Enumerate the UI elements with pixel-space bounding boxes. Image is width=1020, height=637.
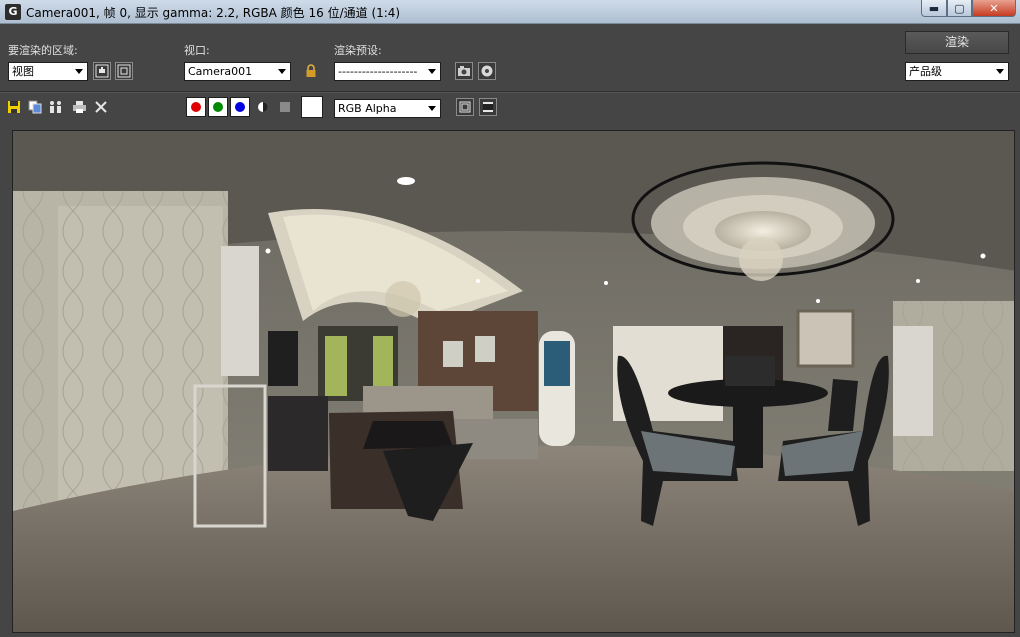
render-button[interactable]: 渲染 xyxy=(905,31,1009,54)
render-viewport[interactable] xyxy=(12,130,1015,633)
viewport-label: 视口: xyxy=(184,44,210,57)
blue-channel-toggle[interactable] xyxy=(230,97,250,117)
copy-icon xyxy=(28,100,42,114)
alpha-channel-toggle[interactable] xyxy=(254,98,272,116)
auto-region-icon xyxy=(117,64,131,78)
overlay-icon xyxy=(483,102,493,112)
app-icon: G xyxy=(5,4,21,20)
quality-value: 产品级 xyxy=(909,65,942,78)
area-label: 要渲染的区域: xyxy=(8,44,78,57)
green-channel-toggle[interactable] xyxy=(208,97,228,117)
clone-window-button[interactable] xyxy=(47,98,65,116)
monochrome-toggle[interactable] xyxy=(276,98,294,116)
print-button[interactable] xyxy=(70,98,88,116)
chevron-down-icon xyxy=(426,100,438,117)
clear-button[interactable] xyxy=(92,98,110,116)
chevron-down-icon xyxy=(276,63,288,80)
quality-dropdown[interactable]: 产品级 xyxy=(905,62,1009,81)
area-value: 视图 xyxy=(12,65,34,78)
chevron-down-icon xyxy=(994,63,1006,80)
area-dropdown[interactable]: 视图 xyxy=(8,62,88,81)
print-icon xyxy=(72,101,86,113)
copy-image-button[interactable] xyxy=(26,98,44,116)
window-controls: ▬ ▢ ✕ xyxy=(921,0,1016,17)
save-image-button[interactable] xyxy=(5,98,23,116)
red-channel-toggle[interactable] xyxy=(186,97,206,117)
auto-region-button[interactable] xyxy=(115,62,133,80)
settings-icon xyxy=(481,65,493,77)
render-setup-button[interactable] xyxy=(478,62,496,80)
save-icon xyxy=(8,101,20,113)
viewport-value: Camera001 xyxy=(188,65,253,78)
edit-region-button[interactable] xyxy=(93,62,111,80)
lock-viewport-button[interactable] xyxy=(302,62,320,80)
maximize-button[interactable]: ▢ xyxy=(947,0,972,17)
preset-dropdown[interactable]: -------------------- xyxy=(334,62,441,81)
clone-icon xyxy=(50,101,61,113)
environment-button[interactable] xyxy=(455,62,473,80)
mono-icon xyxy=(280,102,290,112)
window-title: Camera001, 帧 0, 显示 gamma: 2.2, RGBA 颜色 1… xyxy=(26,6,401,20)
blue-channel-icon xyxy=(235,102,245,112)
green-channel-icon xyxy=(213,102,223,112)
preset-label: 渲染预设: xyxy=(334,44,382,57)
rendered-image xyxy=(13,131,1014,632)
red-channel-icon xyxy=(191,102,201,112)
toggle-ui-overlay-button[interactable] xyxy=(479,98,497,116)
viewport-dropdown[interactable]: Camera001 xyxy=(184,62,291,81)
chevron-down-icon xyxy=(426,63,438,80)
toolbar-divider-highlight xyxy=(0,92,1020,93)
close-button[interactable]: ✕ xyxy=(972,0,1016,17)
lock-icon xyxy=(306,64,316,77)
color-swatch[interactable] xyxy=(301,96,323,118)
channel-display-dropdown[interactable]: RGB Alpha xyxy=(334,99,441,118)
chevron-down-icon xyxy=(73,63,85,80)
frame-icon xyxy=(459,101,471,113)
toggle-toolbar-button[interactable] xyxy=(456,98,474,116)
alpha-icon xyxy=(258,102,268,112)
minimize-button[interactable]: ▬ xyxy=(921,0,947,17)
title-bar: G Camera001, 帧 0, 显示 gamma: 2.2, RGBA 颜色… xyxy=(0,0,1020,24)
clear-icon xyxy=(95,101,107,113)
channel-display-value: RGB Alpha xyxy=(338,102,397,115)
preset-value: -------------------- xyxy=(338,65,418,78)
env-icon xyxy=(458,66,470,76)
edit-region-icon xyxy=(95,64,109,78)
